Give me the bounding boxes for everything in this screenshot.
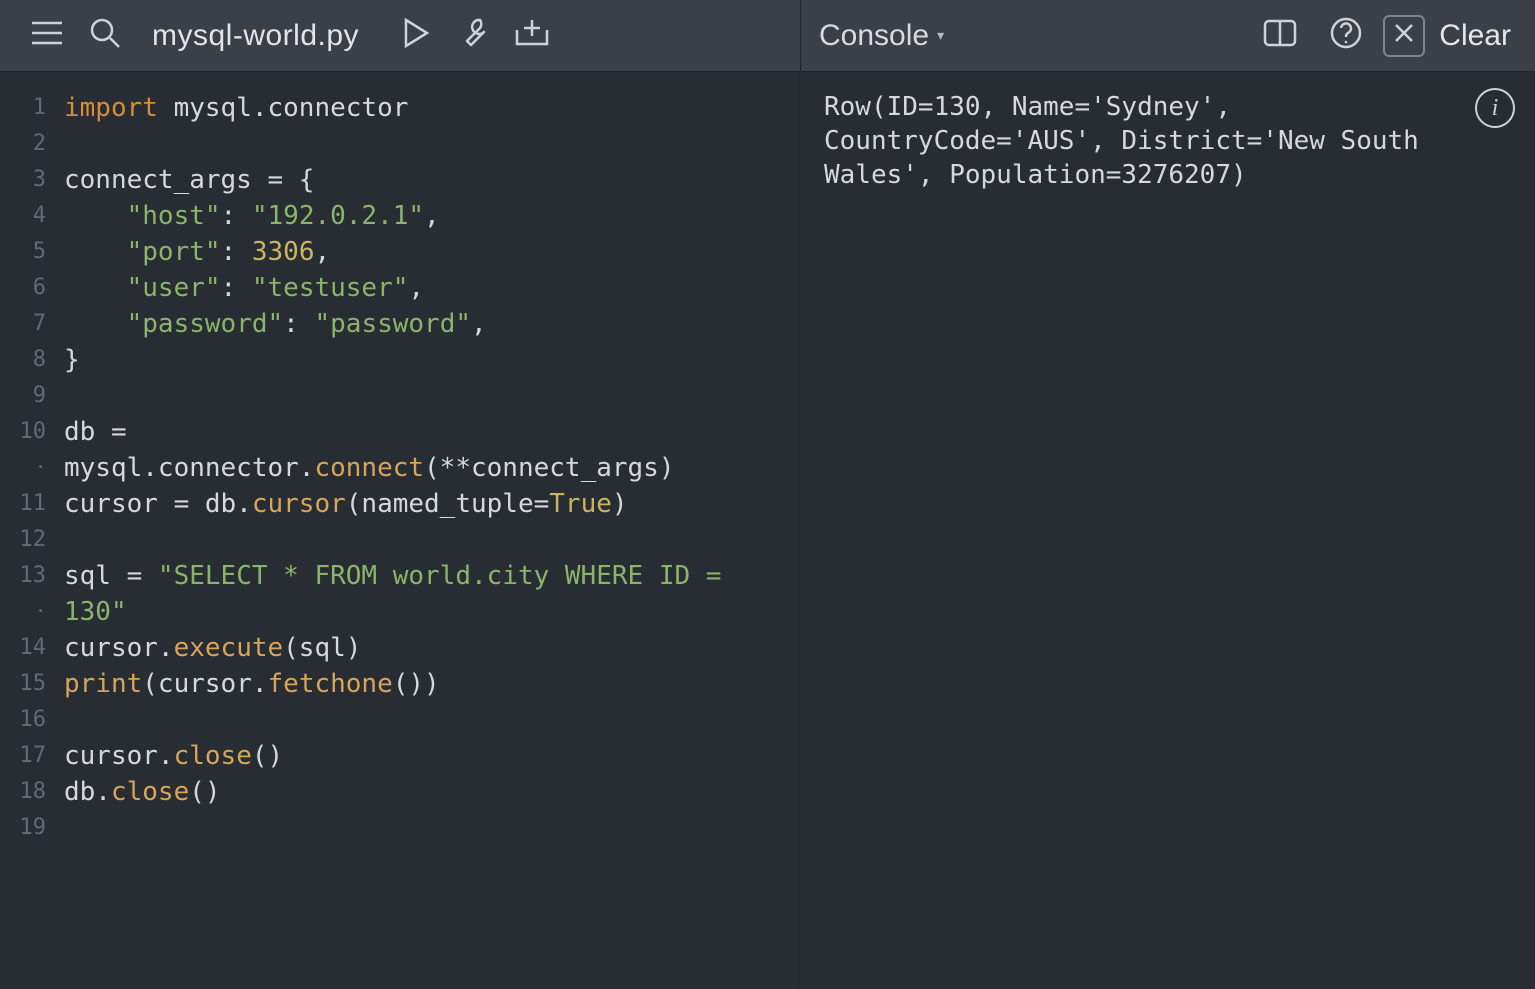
- help-icon: [1329, 16, 1363, 55]
- gutter-line: ·: [0, 594, 56, 630]
- code-line: "host": "192.0.2.1",: [64, 198, 787, 234]
- code-line: db.close(): [64, 774, 787, 810]
- run-button[interactable]: [387, 7, 445, 65]
- gutter-line: 5: [0, 234, 56, 270]
- wrench-icon: [457, 16, 491, 55]
- code-line: [64, 126, 787, 162]
- file-name: mysql-world.py: [152, 19, 359, 53]
- code-line: 130": [64, 594, 787, 630]
- gutter-line: 9: [0, 378, 56, 414]
- split-pane-icon: [1263, 19, 1297, 52]
- gutter-line: ·: [0, 450, 56, 486]
- gutter-line: 18: [0, 774, 56, 810]
- gutter-line: 8: [0, 342, 56, 378]
- gutter-line: 14: [0, 630, 56, 666]
- search-icon: [88, 16, 122, 55]
- app-root: mysql-world.py Console ▾: [0, 0, 1535, 989]
- code-line: [64, 702, 787, 738]
- code-line: print(cursor.fetchone()): [64, 666, 787, 702]
- toolbar-right: Console ▾ C: [800, 0, 1535, 71]
- gutter-line: 10: [0, 414, 56, 450]
- play-icon: [402, 17, 430, 54]
- toolbar: mysql-world.py Console ▾: [0, 0, 1535, 72]
- code-line: [64, 522, 787, 558]
- new-file-icon: [514, 18, 550, 53]
- code-line: db =: [64, 414, 787, 450]
- code-line: "port": 3306,: [64, 234, 787, 270]
- close-button[interactable]: [1383, 15, 1425, 57]
- help-button[interactable]: [1317, 7, 1375, 65]
- gutter-line: 11: [0, 486, 56, 522]
- clear-button[interactable]: Clear: [1433, 19, 1517, 53]
- new-file-button[interactable]: [503, 7, 561, 65]
- info-icon: i: [1492, 95, 1499, 122]
- code-line: mysql.connector.connect(**connect_args): [64, 450, 787, 486]
- code-editor[interactable]: import mysql.connector connect_args = { "…: [56, 72, 799, 989]
- gutter-line: 17: [0, 738, 56, 774]
- split-view-button[interactable]: [1251, 7, 1309, 65]
- tools-button[interactable]: [445, 7, 503, 65]
- console-pane: i Row(ID=130, Name='Sydney', CountryCode…: [800, 72, 1535, 989]
- gutter-line: 15: [0, 666, 56, 702]
- main-area: 12345678910·111213·141516171819 import m…: [0, 72, 1535, 989]
- gutter-line: 7: [0, 306, 56, 342]
- code-line: "user": "testuser",: [64, 270, 787, 306]
- close-icon: [1393, 22, 1415, 49]
- gutter-line: 3: [0, 162, 56, 198]
- code-line: sql = "SELECT * FROM world.city WHERE ID…: [64, 558, 787, 594]
- chevron-down-icon: ▾: [937, 27, 944, 44]
- code-line: }: [64, 342, 787, 378]
- gutter-line: 13: [0, 558, 56, 594]
- gutter-line: 16: [0, 702, 56, 738]
- code-line: import mysql.connector: [64, 90, 787, 126]
- editor-pane: 12345678910·111213·141516171819 import m…: [0, 72, 800, 989]
- gutter-line: 19: [0, 810, 56, 846]
- gutter-line: 2: [0, 126, 56, 162]
- gutter-line: 12: [0, 522, 56, 558]
- code-line: cursor.close(): [64, 738, 787, 774]
- code-line: [64, 810, 787, 846]
- code-line: connect_args = {: [64, 162, 787, 198]
- gutter-line: 6: [0, 270, 56, 306]
- menu-button[interactable]: [18, 7, 76, 65]
- search-button[interactable]: [76, 7, 134, 65]
- hamburger-icon: [30, 21, 64, 50]
- console-label: Console: [819, 19, 929, 53]
- toolbar-left: mysql-world.py: [0, 7, 800, 65]
- console-output: Row(ID=130, Name='Sydney', CountryCode='…: [800, 72, 1535, 989]
- gutter-line: 4: [0, 198, 56, 234]
- console-info-button[interactable]: i: [1475, 88, 1515, 128]
- code-line: cursor.execute(sql): [64, 630, 787, 666]
- code-line: "password": "password",: [64, 306, 787, 342]
- toolbar-right-icons: Clear: [1251, 7, 1517, 65]
- code-line: cursor = db.cursor(named_tuple=True): [64, 486, 787, 522]
- line-gutter: 12345678910·111213·141516171819: [0, 72, 56, 989]
- console-dropdown[interactable]: Console ▾: [819, 19, 944, 53]
- gutter-line: 1: [0, 90, 56, 126]
- code-line: [64, 378, 787, 414]
